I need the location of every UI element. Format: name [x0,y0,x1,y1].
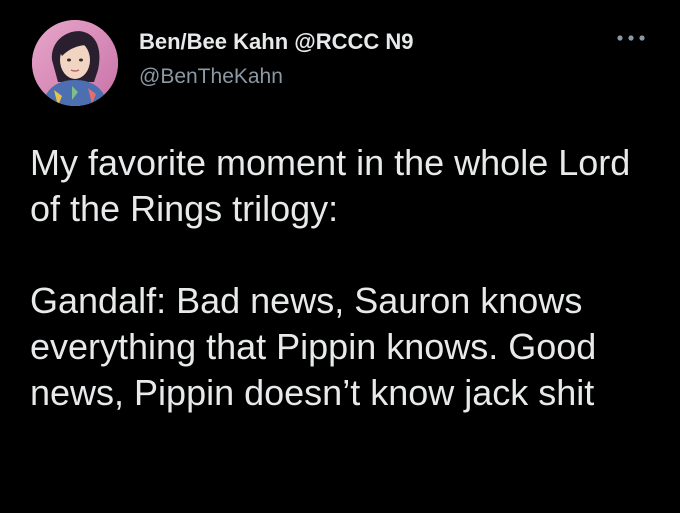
avatar[interactable] [32,20,118,106]
author-handle[interactable]: @BenTheKahn [139,65,283,89]
author-display-name[interactable]: Ben/Bee Kahn @RCCC N9 [139,29,414,55]
profile-avatar-illustration [32,20,118,106]
tweet-paragraph: Gandalf: Bad news, Sauron knows everythi… [30,280,597,413]
more-options-button[interactable] [614,28,648,48]
tweet-card: Ben/Bee Kahn @RCCC N9 @BenTheKahn My fav… [0,0,680,513]
ellipsis-icon [617,35,645,41]
tweet-paragraph: My favorite moment in the whole Lord of … [30,142,631,229]
tweet-text: My favorite moment in the whole Lord of … [30,140,660,416]
